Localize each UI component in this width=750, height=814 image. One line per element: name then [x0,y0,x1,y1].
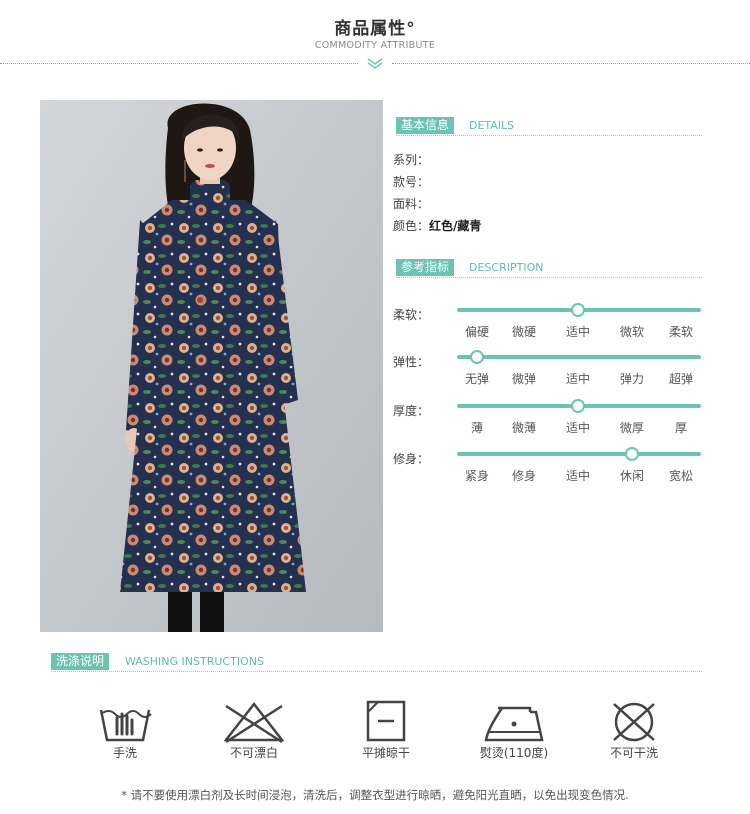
model-in-dress-illustration [40,100,383,632]
info-label: 系列： [393,153,430,167]
scale-knob[interactable] [571,303,585,317]
header-divider-left [0,63,358,64]
scale-option: 微薄 [511,421,536,435]
scale-option: 适中 [565,421,590,435]
wash-label: 手洗 [112,746,137,760]
washing-note: * 请不要使用漂白剂及长时间浸泡，清洗后，调整衣型进行晾晒，避免阳光直晒，以免出… [121,788,629,802]
scale-label: 柔软： [393,308,430,322]
details-tag: 基本信息 [396,117,455,134]
scale-knob[interactable] [571,399,585,413]
info-label: 款号： [393,175,430,189]
scale-label: 弹性： [393,355,430,369]
washing-divider [51,671,702,672]
scale-label: 修身： [393,452,430,466]
washing-tag: 洗涤说明 [51,653,110,670]
scale-option: 偏硬 [464,325,489,339]
scale-option: 微硬 [511,325,536,339]
page-subtitle: COMMODITY ATTRIBUTE [314,40,436,51]
wash-label: 不可漂白 [229,746,278,760]
scale-option: 适中 [565,372,590,386]
scale-option: 微厚 [619,421,644,435]
info-row-color: 颜色：红色/藏青 [393,217,481,234]
scale-option: 修身 [511,469,536,483]
scale-knob[interactable] [470,350,484,364]
page-title: 商品属性° [334,19,416,39]
scale-knob[interactable] [625,447,639,461]
wash-label: 平摊晾干 [361,746,410,760]
scale-option: 厚 [674,421,687,435]
details-divider [396,135,702,136]
info-label: 颜色： [393,219,430,233]
info-row-series: 系列： [393,151,429,168]
no-bleach-icon [224,701,284,744]
description-divider [396,277,702,278]
details-tag-en: DETAILS [469,119,515,132]
scale-track [457,452,701,456]
iron-110-icon [484,706,544,742]
header-divider-right [392,63,750,64]
hand-wash-icon [99,709,152,742]
product-photo [40,100,383,632]
info-row-style-no: 款号： [393,173,429,190]
scale-option: 适中 [565,325,590,339]
info-row-fabric: 面料： [393,195,429,212]
description-tag-en: DESCRIPTION [469,261,544,274]
scale-option: 紧身 [464,469,489,483]
washing-tag-en: WASHING INSTRUCTIONS [125,655,264,668]
description-tag: 参考指标 [396,259,455,276]
scale-option: 柔软 [668,325,693,339]
scale-option: 薄 [470,421,483,435]
scale-option: 休闲 [619,469,644,483]
scale-option: 弹力 [619,372,644,386]
scale-label: 厚度： [393,404,430,418]
info-label: 面料： [393,197,430,211]
double-chevron-down-icon [367,58,383,69]
scale-option: 超弹 [668,372,693,386]
scale-option: 无弹 [464,372,489,386]
info-value: 红色/藏青 [429,219,482,233]
wash-label: 不可干洗 [609,746,658,760]
no-dry-clean-icon [613,702,655,742]
scale-track [457,355,701,359]
scale-option: 微弹 [511,372,536,386]
wash-label: 熨烫(110度) [479,746,549,760]
dry-flat-shade-icon [366,700,406,742]
scale-option: 宽松 [668,469,693,483]
scale-option: 微软 [619,325,644,339]
scale-option: 适中 [565,469,590,483]
